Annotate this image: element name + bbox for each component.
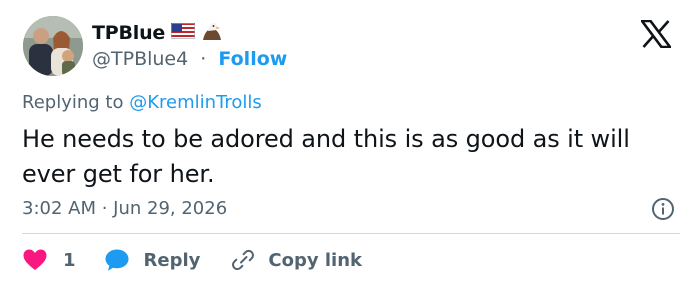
us-flag-icon xyxy=(171,23,196,43)
link-icon xyxy=(232,249,255,271)
author-handle[interactable]: @TPBlue4 xyxy=(92,48,188,70)
author-display-name[interactable]: TPBlue xyxy=(92,22,165,44)
tweet-text: He needs to be adored and this is as goo… xyxy=(22,125,630,188)
reply-prefix: Replying to xyxy=(22,92,130,113)
like-count: 1 xyxy=(63,249,76,271)
author-handle-row: @TPBlue4 · Follow xyxy=(92,48,287,70)
action-bar: 1 Reply Copy link xyxy=(22,246,362,274)
x-logo-icon[interactable] xyxy=(639,19,673,49)
action-divider xyxy=(22,233,680,234)
follow-button[interactable]: Follow xyxy=(218,48,287,70)
reply-target-link[interactable]: @KremlinTrolls xyxy=(129,92,262,113)
reply-label: Reply xyxy=(143,249,201,271)
copy-link-button[interactable]: Copy link xyxy=(230,248,362,272)
handle-separator: · xyxy=(194,48,213,70)
speech-bubble-icon xyxy=(105,249,129,271)
eagle-icon xyxy=(201,20,223,46)
reply-button[interactable]: Reply xyxy=(104,248,201,272)
reply-context: Replying to @KremlinTrolls xyxy=(22,92,262,113)
info-icon[interactable] xyxy=(651,197,675,221)
heart-icon xyxy=(23,249,47,270)
author-avatar[interactable] xyxy=(23,16,83,76)
like-button[interactable]: 1 xyxy=(22,248,76,272)
tweet-timestamp[interactable]: 3:02 AM · Jun 29, 2026 xyxy=(22,198,227,219)
author-name-row: TPBlue xyxy=(92,20,223,46)
avatar-photo xyxy=(23,16,83,76)
copy-link-label: Copy link xyxy=(268,249,362,271)
